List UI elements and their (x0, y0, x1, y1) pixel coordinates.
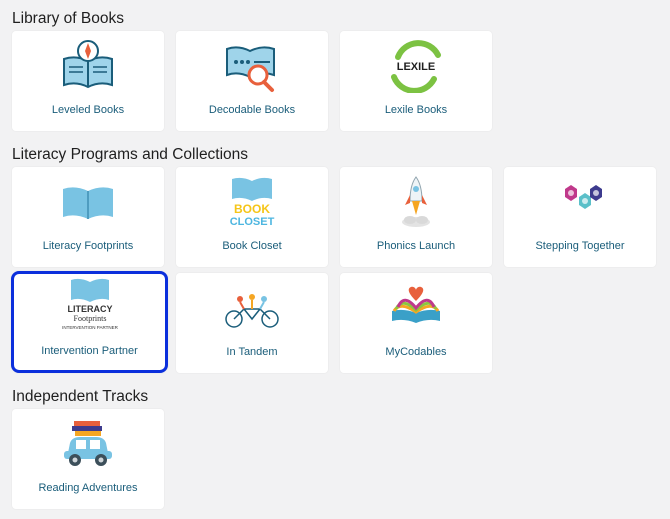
section-title-independent: Independent Tracks (12, 388, 149, 405)
card-stepping-together[interactable]: Stepping Together (504, 167, 656, 267)
card-label: Book Closet (222, 240, 282, 252)
svg-text:CLOSET: CLOSET (230, 216, 275, 228)
svg-text:Footprints: Footprints (73, 314, 106, 323)
open-book-icon (12, 175, 164, 229)
card-in-tandem[interactable]: In Tandem (176, 273, 328, 373)
card-label: Reading Adventures (38, 482, 138, 494)
svg-text:LEXILE: LEXILE (397, 61, 436, 73)
section-title-literacy: Literacy Programs and Collections (12, 146, 249, 163)
svg-text:INTERVENTION PARTNER: INTERVENTION PARTNER (62, 325, 119, 330)
card-book-closet[interactable]: BOOK CLOSET Book Closet (176, 167, 328, 267)
book-closet-logo-icon: BOOK CLOSET (176, 175, 328, 229)
lexile-logo-icon: LEXILE (340, 39, 492, 93)
card-label: Intervention Partner (41, 345, 138, 357)
card-label: Phonics Launch (376, 240, 456, 252)
svg-text:LITERACY: LITERACY (67, 304, 112, 314)
card-phonics-launch[interactable]: Phonics Launch (340, 167, 492, 267)
card-label: MyCodables (385, 346, 447, 358)
book-compass-icon (12, 39, 164, 93)
card-label: Stepping Together (535, 240, 625, 252)
tandem-bike-icon (176, 281, 328, 335)
section-title-library: Library of Books (12, 10, 124, 27)
card-leveled-books[interactable]: Leveled Books (12, 31, 164, 131)
card-label: Literacy Footprints (42, 240, 134, 252)
card-mycodables[interactable]: MyCodables (340, 273, 492, 373)
card-reading-adventures[interactable]: Reading Adventures (12, 409, 164, 509)
card-literacy-footprints[interactable]: Literacy Footprints (12, 167, 164, 267)
rocket-icon (340, 175, 492, 229)
card-intervention-partner[interactable]: LITERACY Footprints INTERVENTION PARTNER… (11, 271, 168, 373)
literacy-footprints-logo-icon: LITERACY Footprints INTERVENTION PARTNER (14, 278, 165, 333)
card-label: Decodable Books (208, 104, 296, 116)
card-label: Leveled Books (51, 104, 125, 116)
card-lexile-books[interactable]: LEXILE Lexile Books (340, 31, 492, 131)
card-decodable-books[interactable]: Decodable Books (176, 31, 328, 131)
hexagons-icon (504, 175, 656, 229)
car-books-icon (12, 417, 164, 471)
open-book-heart-icon (340, 281, 492, 335)
card-label: Lexile Books (384, 104, 448, 116)
card-label: In Tandem (226, 346, 278, 358)
svg-text:BOOK: BOOK (234, 202, 270, 216)
book-magnifier-icon (176, 39, 328, 93)
